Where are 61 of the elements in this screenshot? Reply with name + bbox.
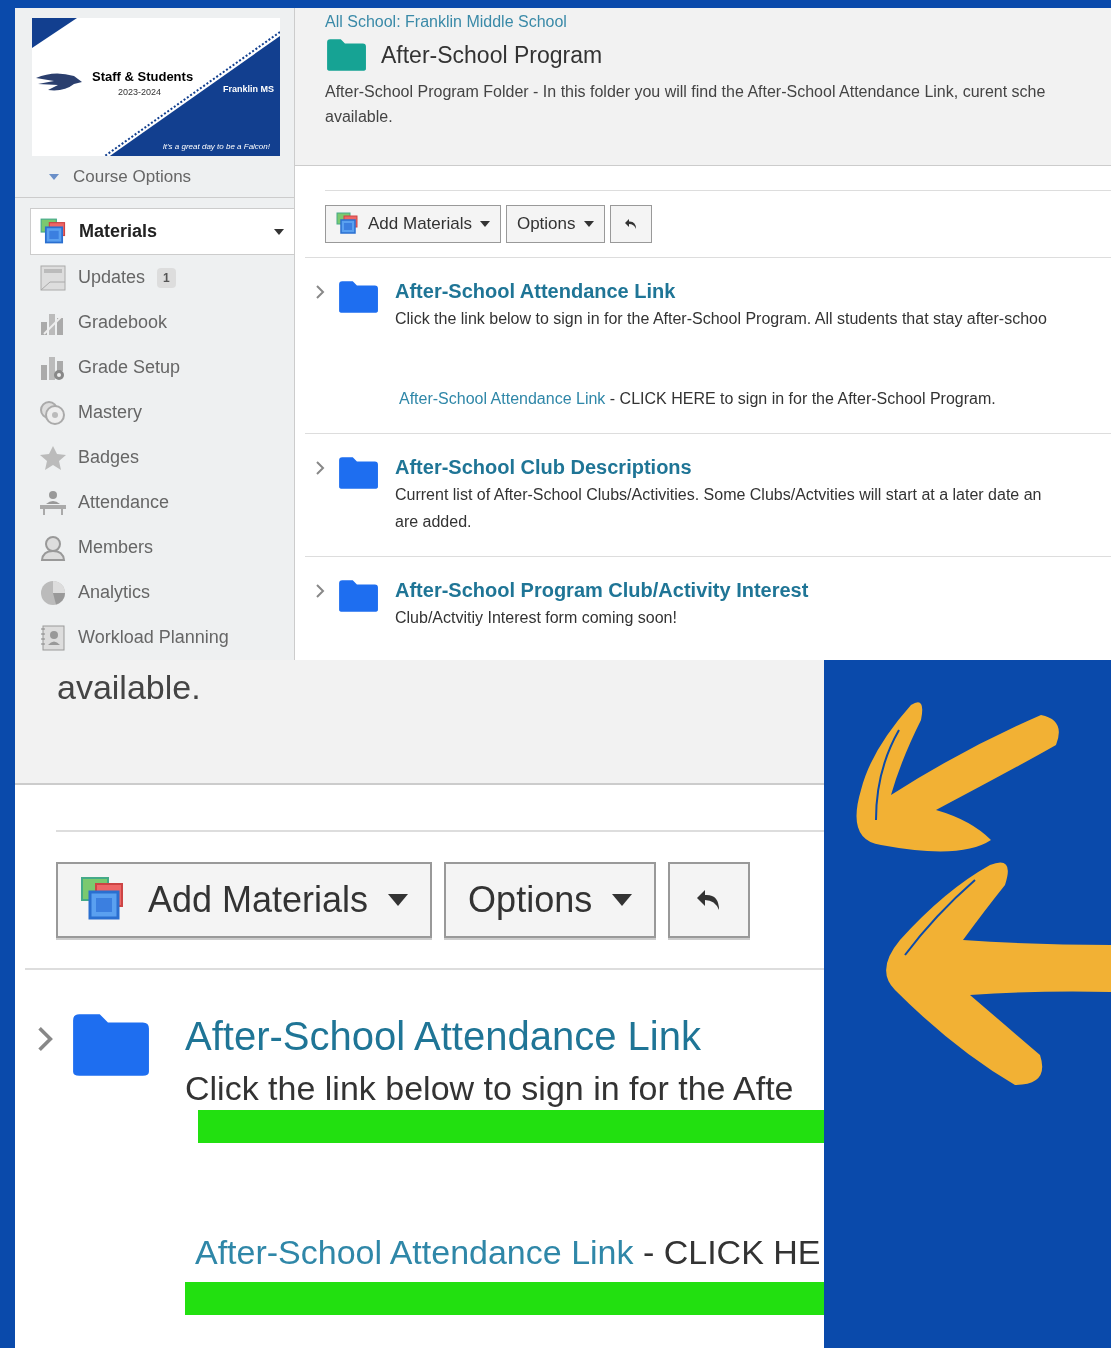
back-button[interactable] [609, 205, 652, 243]
sidebar-item[interactable]: Updates 1 [30, 255, 294, 300]
folder-icon [325, 38, 367, 73]
caret-icon [583, 221, 594, 227]
link-sentence: After-School Attendance Link - CLICK HE [195, 1232, 821, 1273]
sidebar-item[interactable]: Gradebook [30, 300, 294, 345]
folder-icon [337, 456, 379, 490]
folder-icon [337, 579, 379, 613]
folder-description: available. [325, 106, 393, 127]
material-description: are added. [395, 512, 472, 532]
options-button[interactable]: Options [505, 205, 605, 243]
sidebar-item[interactable]: Members [30, 525, 294, 570]
options-button[interactable]: Options [444, 862, 657, 938]
folder-description: available. [57, 667, 201, 708]
attendance-link[interactable]: After-School Attendance Link [399, 390, 606, 407]
star-icon [38, 444, 68, 471]
circles-icon [38, 399, 68, 426]
course-options-label: Course Options [73, 165, 192, 188]
caret-icon [388, 894, 409, 906]
sidebar-item[interactable]: Materials [30, 208, 295, 255]
sidebar-item[interactable]: Analytics [30, 570, 294, 615]
material-description: Club/Actvitiy Interest form coming soon! [395, 608, 677, 628]
link-sentence: After-School Attendance Link - CLICK HERE to sign in for the After-School Program. [399, 389, 996, 409]
banner-school: Franklin MS [223, 85, 274, 94]
material-description: Click the link below to sign in for the Afte [185, 1068, 794, 1109]
attendance-link[interactable]: After-School Attendance Link [195, 1233, 634, 1271]
pie-chart-icon [38, 579, 68, 606]
undo-arrow-icon [623, 218, 638, 230]
material-title-link[interactable]: After-School Club Descriptions [395, 454, 692, 480]
course-options-link[interactable]: Course Options [15, 156, 294, 198]
banner-tagline: It's a great day to be a Falcon! [162, 143, 270, 151]
sidebar-item[interactable]: Workload Planning [30, 615, 294, 660]
person-icon [38, 534, 68, 561]
sidebar-item[interactable]: Grade Setup [30, 345, 294, 390]
stacked-squares-icon [336, 212, 360, 236]
folder-icon [337, 280, 379, 314]
caret-icon [274, 228, 284, 235]
notebook-icon [38, 624, 68, 651]
desk-person-icon [38, 489, 68, 516]
count-badge: 1 [157, 267, 176, 288]
folder-description: After-School Program Folder - In this folder you will find the After-School Attendance Link, curent sche [325, 81, 1046, 102]
sidebar-item[interactable]: Mastery [30, 390, 294, 435]
corner-triangle-drawing [32, 18, 77, 48]
banner-title: Staff & Students [92, 70, 194, 83]
folder-title: After-School Program [381, 41, 603, 70]
add-materials-button[interactable]: Add Materials [325, 205, 501, 243]
caret-icon [479, 221, 490, 227]
caret-icon [49, 173, 59, 180]
material-title-link[interactable]: After-School Program Club/Activity Interest [395, 577, 809, 603]
page-icon [38, 264, 68, 291]
material-description: Current list of After-School Clubs/Activities. Some Clubs/Actvities will start at a later date an [395, 485, 1042, 505]
sidebar-item[interactable]: Badges [30, 435, 294, 480]
breadcrumb-link[interactable]: All School: Franklin Middle School [325, 12, 567, 32]
caret-icon [612, 894, 633, 906]
material-description: Click the link below to sign in for the After-School Program. All students that stay after-schoo [395, 309, 1047, 329]
banner-years: 2023-2024 [118, 88, 162, 97]
add-materials-button[interactable]: Add Materials [56, 862, 433, 938]
material-title-link[interactable]: After-School Attendance Link [185, 1012, 701, 1060]
back-button[interactable] [668, 862, 751, 938]
sidebar-item[interactable]: Attendance [30, 480, 294, 525]
material-title-link[interactable]: After-School Attendance Link [395, 278, 676, 304]
